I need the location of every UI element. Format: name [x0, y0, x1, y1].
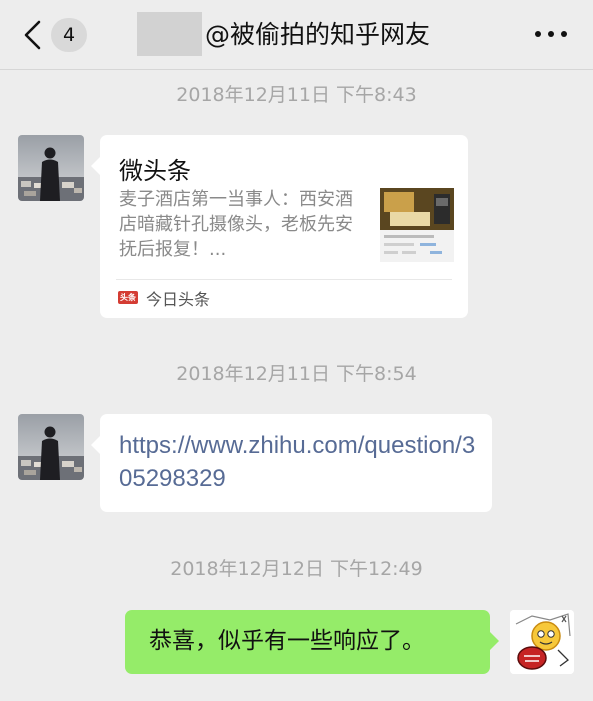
message-timestamp: 2018年12月12日 下午12:49 [170, 558, 423, 580]
link-message-bubble[interactable]: https://www.zhihu.com/question/305298329 [91, 414, 492, 512]
redacted-name-block [137, 12, 202, 56]
article-thumbnail-image [380, 188, 454, 262]
message-timestamp: 2018年12月11日 下午8:54 [176, 363, 417, 385]
contact-avatar[interactable] [18, 414, 84, 480]
outgoing-message-bubble[interactable]: 恭喜，似乎有一些响应了。 [125, 610, 499, 674]
toutiao-logo-icon: 头条 [118, 291, 138, 304]
user-avatar[interactable] [510, 610, 574, 674]
message-timestamp: 2018年12月11日 下午8:43 [176, 84, 417, 106]
card-description: 麦子酒店第一当事人：西安酒店暗藏针孔摄像头，老板先安抚后报复！... [119, 189, 353, 260]
card-source-name: 今日头条 [146, 290, 211, 309]
article-card-bubble[interactable]: 微头条 麦子酒店第一当事人：西安酒店暗藏针孔摄像头，老板先安抚后报复！... 头… [91, 135, 468, 318]
message-link[interactable]: https://www.zhihu.com/question/305298329 [119, 429, 479, 495]
more-dots-icon[interactable] [533, 26, 569, 42]
chat-title: @被偷拍的知乎网友 [205, 20, 431, 49]
unread-count-badge[interactable]: 4 [51, 18, 87, 52]
chat-header: 4 @被偷拍的知乎网友 [0, 0, 593, 70]
card-divider [116, 279, 452, 280]
card-title: 微头条 [119, 157, 191, 185]
contact-avatar[interactable] [18, 135, 84, 201]
message-text: 恭喜，似乎有一些响应了。 [149, 628, 425, 654]
back-chevron-icon[interactable] [22, 20, 44, 50]
